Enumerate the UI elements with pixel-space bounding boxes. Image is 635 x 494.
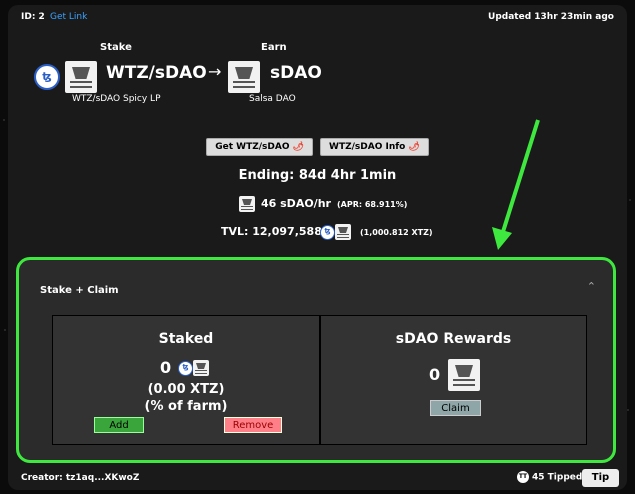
stake-claim-body: Staked 0 ꜩ (0.00 XTZ) (% of farm) Add Re… <box>52 315 587 445</box>
sdao-icon <box>228 61 260 93</box>
tezos-icon: ꜩ <box>178 361 193 376</box>
earn-token-sub: Salsa DAO <box>249 94 296 104</box>
top-bar: ID: 2 Get Link Updated 13hr 23min ago <box>21 12 614 22</box>
sdao-icon <box>65 61 97 93</box>
creator-label: Creator: tz1aq...XKwoZ <box>21 473 140 483</box>
stake-token-sub: WTZ/sDAO Spicy LP <box>72 94 161 104</box>
tipped-label: 45 Tipped <box>532 472 583 483</box>
tipper-avatar: TT <box>517 471 529 483</box>
get-token-label: Get WTZ/sDAO <box>215 142 290 152</box>
add-button[interactable]: Add <box>94 417 144 433</box>
tvl-value: TVL: 12,097,588 <box>221 225 322 238</box>
stake-token-name: WTZ/sDAO <box>106 63 207 83</box>
apr-value: (APR: 68.911%) <box>337 200 408 209</box>
rewards-value: 0 <box>429 365 441 384</box>
rewards-section: sDAO Rewards 0 Claim <box>321 316 586 444</box>
sdao-icon <box>335 224 351 240</box>
stake-header: Stake <box>100 42 132 53</box>
tip-button[interactable]: Tip <box>582 469 619 487</box>
tezos-icon: ꜩ <box>34 64 60 90</box>
staked-xtz: (0.00 XTZ) <box>147 382 225 397</box>
staked-section: Staked 0 ꜩ (0.00 XTZ) (% of farm) Add Re… <box>53 316 321 444</box>
chili-icon: 🌶 <box>292 142 304 152</box>
chili-icon: 🌶 <box>408 142 420 152</box>
staked-title: Staked <box>158 331 214 347</box>
annotation-arrow <box>492 119 540 250</box>
collapse-icon[interactable]: ⌃ <box>587 280 596 293</box>
sdao-icon <box>239 196 255 212</box>
token-info-button[interactable]: WTZ/sDAO Info 🌶 <box>320 138 429 156</box>
rate-value: 46 sDAO/hr <box>261 197 331 210</box>
sdao-icon <box>448 359 480 391</box>
earn-token-name: sDAO <box>270 63 322 83</box>
tvl-row: TVL: 12,097,588 ꜩ (1,000.812 XTZ) <box>221 224 481 242</box>
arrow-right-icon: → <box>208 62 222 81</box>
tipped-count: TT 45 Tipped <box>517 471 582 483</box>
get-link[interactable]: Get Link <box>50 12 87 22</box>
staked-value: 0 <box>160 358 172 377</box>
updated-time: Updated 13hr 23min ago <box>488 12 614 22</box>
token-pair: Stake ꜩ WTZ/sDAO WTZ/sDAO Spicy LP → Ear… <box>32 42 332 122</box>
get-token-button[interactable]: Get WTZ/sDAO 🌶 <box>206 138 313 156</box>
stake-claim-panel: Stake + Claim ⌃ Staked 0 ꜩ (0.00 XTZ) (%… <box>16 257 616 463</box>
farm-id: ID: 2 <box>21 12 45 22</box>
reward-rate: 46 sDAO/hr (APR: 68.911%) <box>239 196 459 214</box>
staked-percent: (% of farm) <box>144 399 228 414</box>
sdao-icon <box>193 360 209 376</box>
rewards-title: sDAO Rewards <box>395 331 512 347</box>
panel-title: Stake + Claim <box>40 285 119 296</box>
earn-header: Earn <box>261 42 287 53</box>
remove-button[interactable]: Remove <box>224 417 282 433</box>
claim-button[interactable]: Claim <box>430 400 481 416</box>
tvl-xtz: (1,000.812 XTZ) <box>360 228 433 237</box>
tezos-icon: ꜩ <box>320 225 335 240</box>
token-info-label: WTZ/sDAO Info <box>329 142 406 152</box>
